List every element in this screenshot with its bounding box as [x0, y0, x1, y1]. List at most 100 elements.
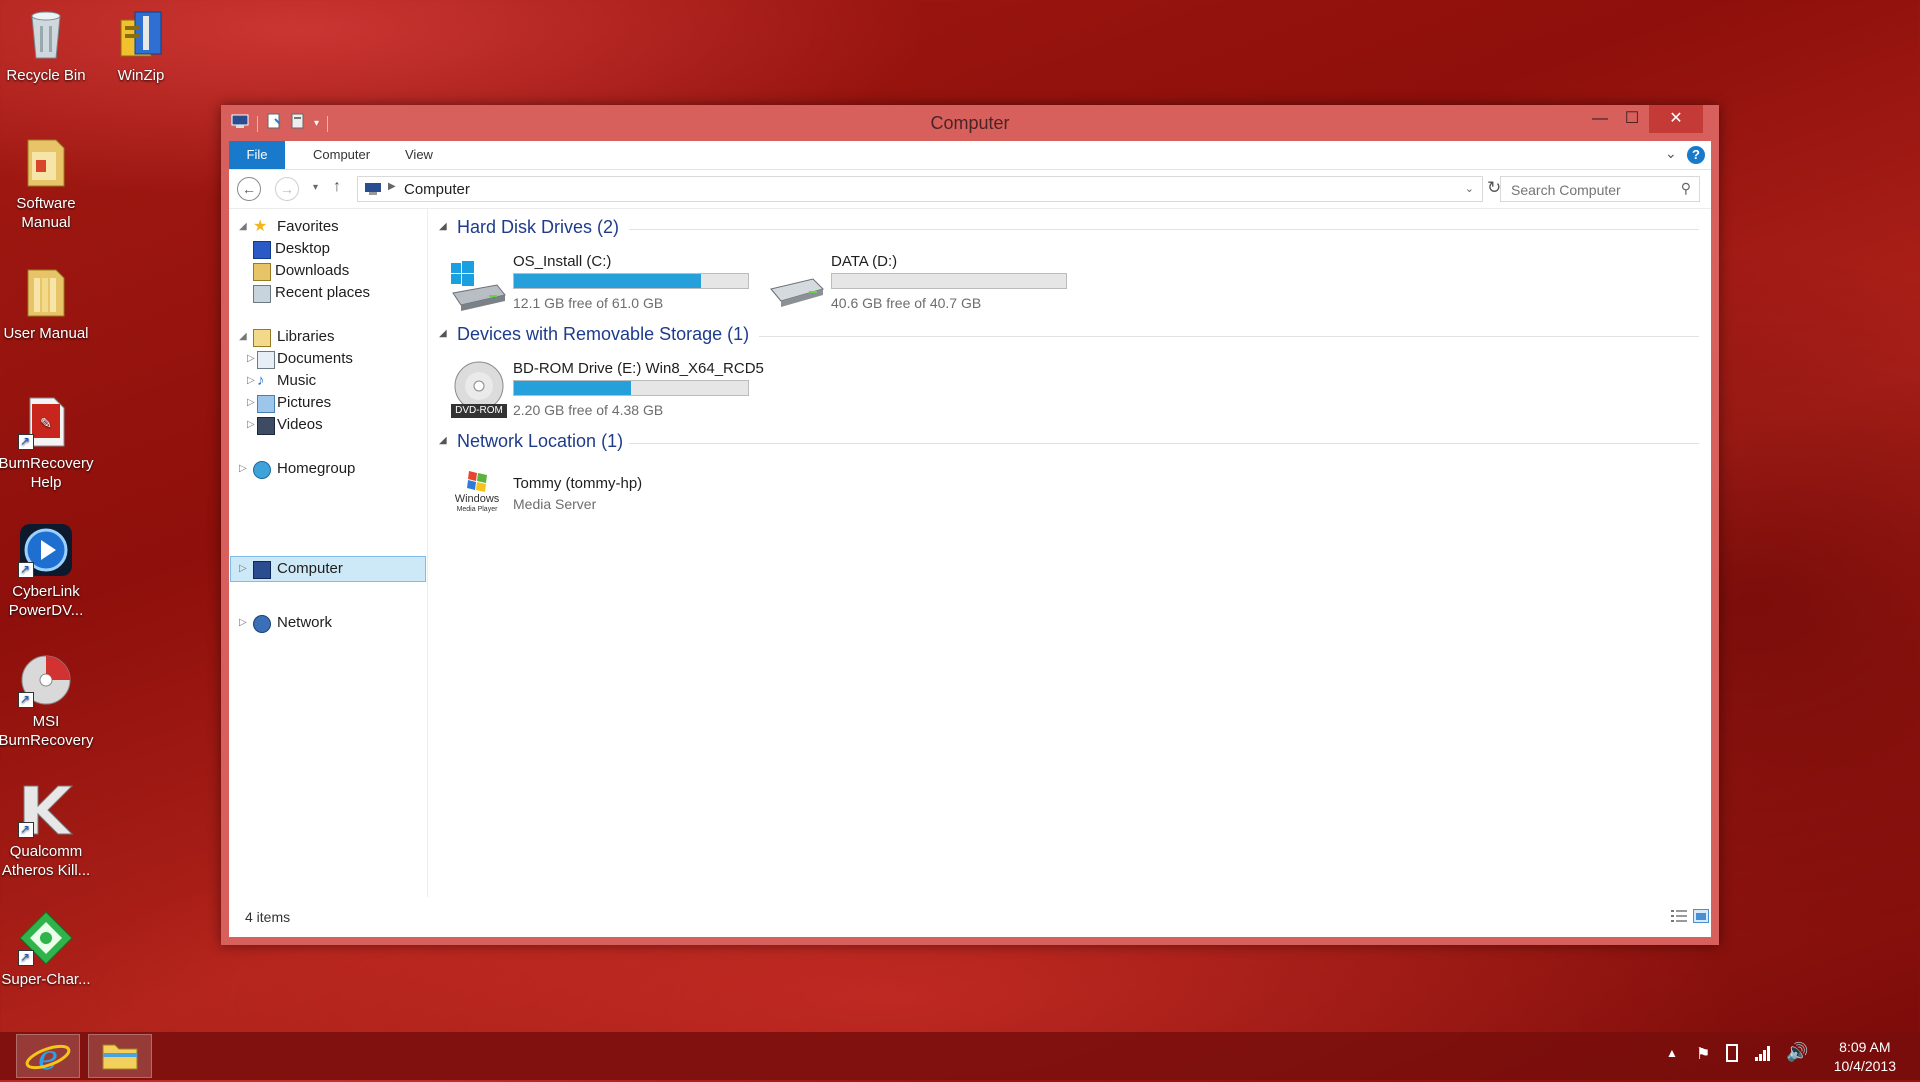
nav-item-recent-places[interactable]: Recent places: [253, 281, 423, 305]
breadcrumb-separator-icon: ▶: [388, 181, 396, 192]
expand-arrow-icon[interactable]: ▷: [247, 391, 255, 415]
nav-item-downloads[interactable]: Downloads: [253, 259, 423, 283]
breadcrumb-computer[interactable]: Computer: [404, 181, 470, 198]
expand-arrow-icon[interactable]: ▷: [239, 611, 247, 635]
nav-computer[interactable]: ▷ Computer: [239, 557, 419, 581]
network-signal-icon[interactable]: [1754, 1044, 1772, 1067]
collapse-group-icon[interactable]: ◢: [439, 328, 447, 339]
svg-text:✎: ✎: [40, 416, 52, 432]
volume-icon[interactable]: 🔊: [1786, 1042, 1808, 1063]
large-icons-view-icon[interactable]: [1693, 909, 1709, 923]
folder-icon: [18, 134, 74, 190]
nav-libraries[interactable]: ◢ Libraries: [239, 325, 419, 349]
nav-label: Music: [277, 372, 317, 389]
nav-label: Videos: [277, 416, 323, 433]
file-explorer-taskbar-button[interactable]: [88, 1034, 152, 1078]
nav-homegroup[interactable]: ▷ Homegroup: [239, 457, 419, 481]
desktop-icon-super-charger[interactable]: Super-Char...: [0, 910, 94, 989]
desktop-icon-msi-burnrecovery[interactable]: MSI BurnRecovery: [0, 652, 94, 750]
wmp-logo-text: Windows: [454, 493, 500, 505]
title-bar[interactable]: ▾ Computer — ☐ ✕: [221, 105, 1719, 141]
collapse-group-icon[interactable]: ◢: [439, 221, 447, 232]
documents-icon: [257, 351, 275, 369]
desktop-icon-label: User Manual: [3, 325, 89, 342]
search-input[interactable]: [1509, 178, 1673, 202]
desktop-icon-user-manual[interactable]: User Manual: [0, 264, 94, 343]
nav-label: Network: [277, 614, 333, 631]
nav-network[interactable]: ▷ Network: [239, 611, 419, 635]
details-view-icon[interactable]: [1671, 909, 1687, 923]
nav-item-music[interactable]: ▷ ♪ Music: [247, 369, 423, 393]
navigation-pane: ◢ ★ Favorites Desktop Downloads Recent p…: [229, 209, 428, 897]
recent-locations-chevron-icon[interactable]: ▾: [313, 182, 318, 193]
wmp-logo-sub: Media Player: [456, 506, 498, 513]
network-item-name: Tommy (tommy-hp): [513, 475, 643, 492]
status-bar: 4 items: [229, 897, 1711, 937]
desktop-icon-label: Super-Char...: [1, 971, 91, 988]
desktop-icon-qualcomm-killer[interactable]: Qualcomm Atheros Kill...: [0, 782, 94, 880]
nav-item-documents[interactable]: ▷ Documents: [247, 347, 423, 371]
help-icon[interactable]: ?: [1687, 146, 1705, 164]
nav-item-pictures[interactable]: ▷ Pictures: [247, 391, 423, 415]
pdf-icon: ✎: [18, 394, 74, 451]
internet-explorer-taskbar-button[interactable]: e: [16, 1034, 80, 1078]
nav-label: Computer: [277, 560, 343, 577]
minimize-button[interactable]: —: [1585, 105, 1615, 133]
network-item-media-server[interactable]: Windows Media Player Tommy (tommy-hp) Me…: [449, 467, 749, 523]
window-title: Computer: [930, 113, 1010, 133]
tab-file[interactable]: File: [229, 141, 285, 169]
drive-free-space: 2.20 GB free of 4.38 GB: [513, 402, 664, 418]
item-count: 4 items: [245, 909, 291, 925]
desktop-icon-winzip[interactable]: WinZip: [93, 6, 189, 85]
back-button[interactable]: ←: [237, 177, 261, 201]
drive-item-d[interactable]: DATA (D:) 40.6 GB free of 40.7 GB: [767, 253, 1077, 313]
show-hidden-icons-icon[interactable]: ▲: [1666, 1046, 1678, 1060]
shortcut-arrow-icon: [18, 948, 34, 967]
star-icon: ★: [253, 218, 268, 235]
search-icon[interactable]: ⚲: [1681, 180, 1691, 197]
group-header-hard-disk-drives[interactable]: Hard Disk Drives (2): [457, 217, 619, 238]
expand-arrow-icon[interactable]: ▷: [247, 413, 255, 437]
collapse-arrow-icon[interactable]: ◢: [239, 215, 247, 239]
close-button[interactable]: ✕: [1649, 105, 1703, 133]
shortcut-arrow-icon: [18, 432, 34, 451]
nav-label: Homegroup: [277, 460, 356, 477]
desktop-icon-cyberlink-powerdvd[interactable]: CyberLink PowerDV...: [0, 522, 94, 620]
maximize-button[interactable]: ☐: [1617, 105, 1647, 133]
recent-places-icon: [253, 285, 271, 303]
group-header-removable-storage[interactable]: Devices with Removable Storage (1): [457, 324, 749, 345]
desktop-icon-recycle-bin[interactable]: Recycle Bin: [0, 6, 94, 85]
expand-arrow-icon[interactable]: ▷: [247, 347, 255, 371]
desktop-icon-burnrecovery-help[interactable]: ✎ BurnRecovery Help: [0, 394, 94, 492]
drive-usage-bar: [513, 273, 749, 289]
shortcut-arrow-icon: [18, 820, 34, 839]
tab-view[interactable]: View: [393, 141, 445, 169]
up-button[interactable]: ↑: [333, 178, 341, 196]
nav-item-videos[interactable]: ▷ Videos: [247, 413, 423, 437]
drive-name: DATA (D:): [831, 253, 898, 270]
nav-favorites[interactable]: ◢ ★ Favorites: [239, 215, 419, 239]
ribbon-tabs: File Computer View ⌄ ?: [229, 141, 1711, 170]
collapse-group-icon[interactable]: ◢: [439, 435, 447, 446]
expand-ribbon-icon[interactable]: ⌄: [1665, 145, 1677, 162]
expand-arrow-icon[interactable]: ▷: [239, 457, 247, 481]
network-icon: [253, 615, 271, 633]
nav-item-desktop[interactable]: Desktop: [253, 237, 423, 261]
expand-arrow-icon[interactable]: ▷: [247, 369, 255, 393]
address-bar-row: ← → ▾ ↑ ▶ Computer ⌄ ↻ ⚲: [229, 170, 1711, 209]
drive-item-c[interactable]: OS_Install (C:) 12.1 GB free of 61.0 GB: [449, 253, 759, 313]
tab-computer[interactable]: Computer: [301, 141, 382, 169]
power-icon[interactable]: [1726, 1044, 1738, 1062]
forward-button[interactable]: →: [275, 177, 299, 201]
group-header-network-location[interactable]: Network Location (1): [457, 431, 623, 452]
pictures-icon: [257, 395, 275, 413]
collapse-arrow-icon[interactable]: ◢: [239, 325, 247, 349]
desktop-icon-software-manual[interactable]: Software Manual: [0, 134, 94, 232]
address-box[interactable]: ▶ Computer ⌄: [357, 176, 1483, 202]
drive-item-e[interactable]: DVD-ROM BD-ROM Drive (E:) Win8_X64_RCD5 …: [449, 360, 779, 420]
expand-arrow-icon[interactable]: ▷: [239, 557, 247, 581]
address-dropdown-icon[interactable]: ⌄: [1465, 182, 1474, 195]
action-center-flag-icon[interactable]: ⚑: [1696, 1044, 1710, 1064]
libraries-icon: [253, 329, 271, 347]
clock[interactable]: 8:09 AM 10/4/2013: [1834, 1038, 1896, 1076]
